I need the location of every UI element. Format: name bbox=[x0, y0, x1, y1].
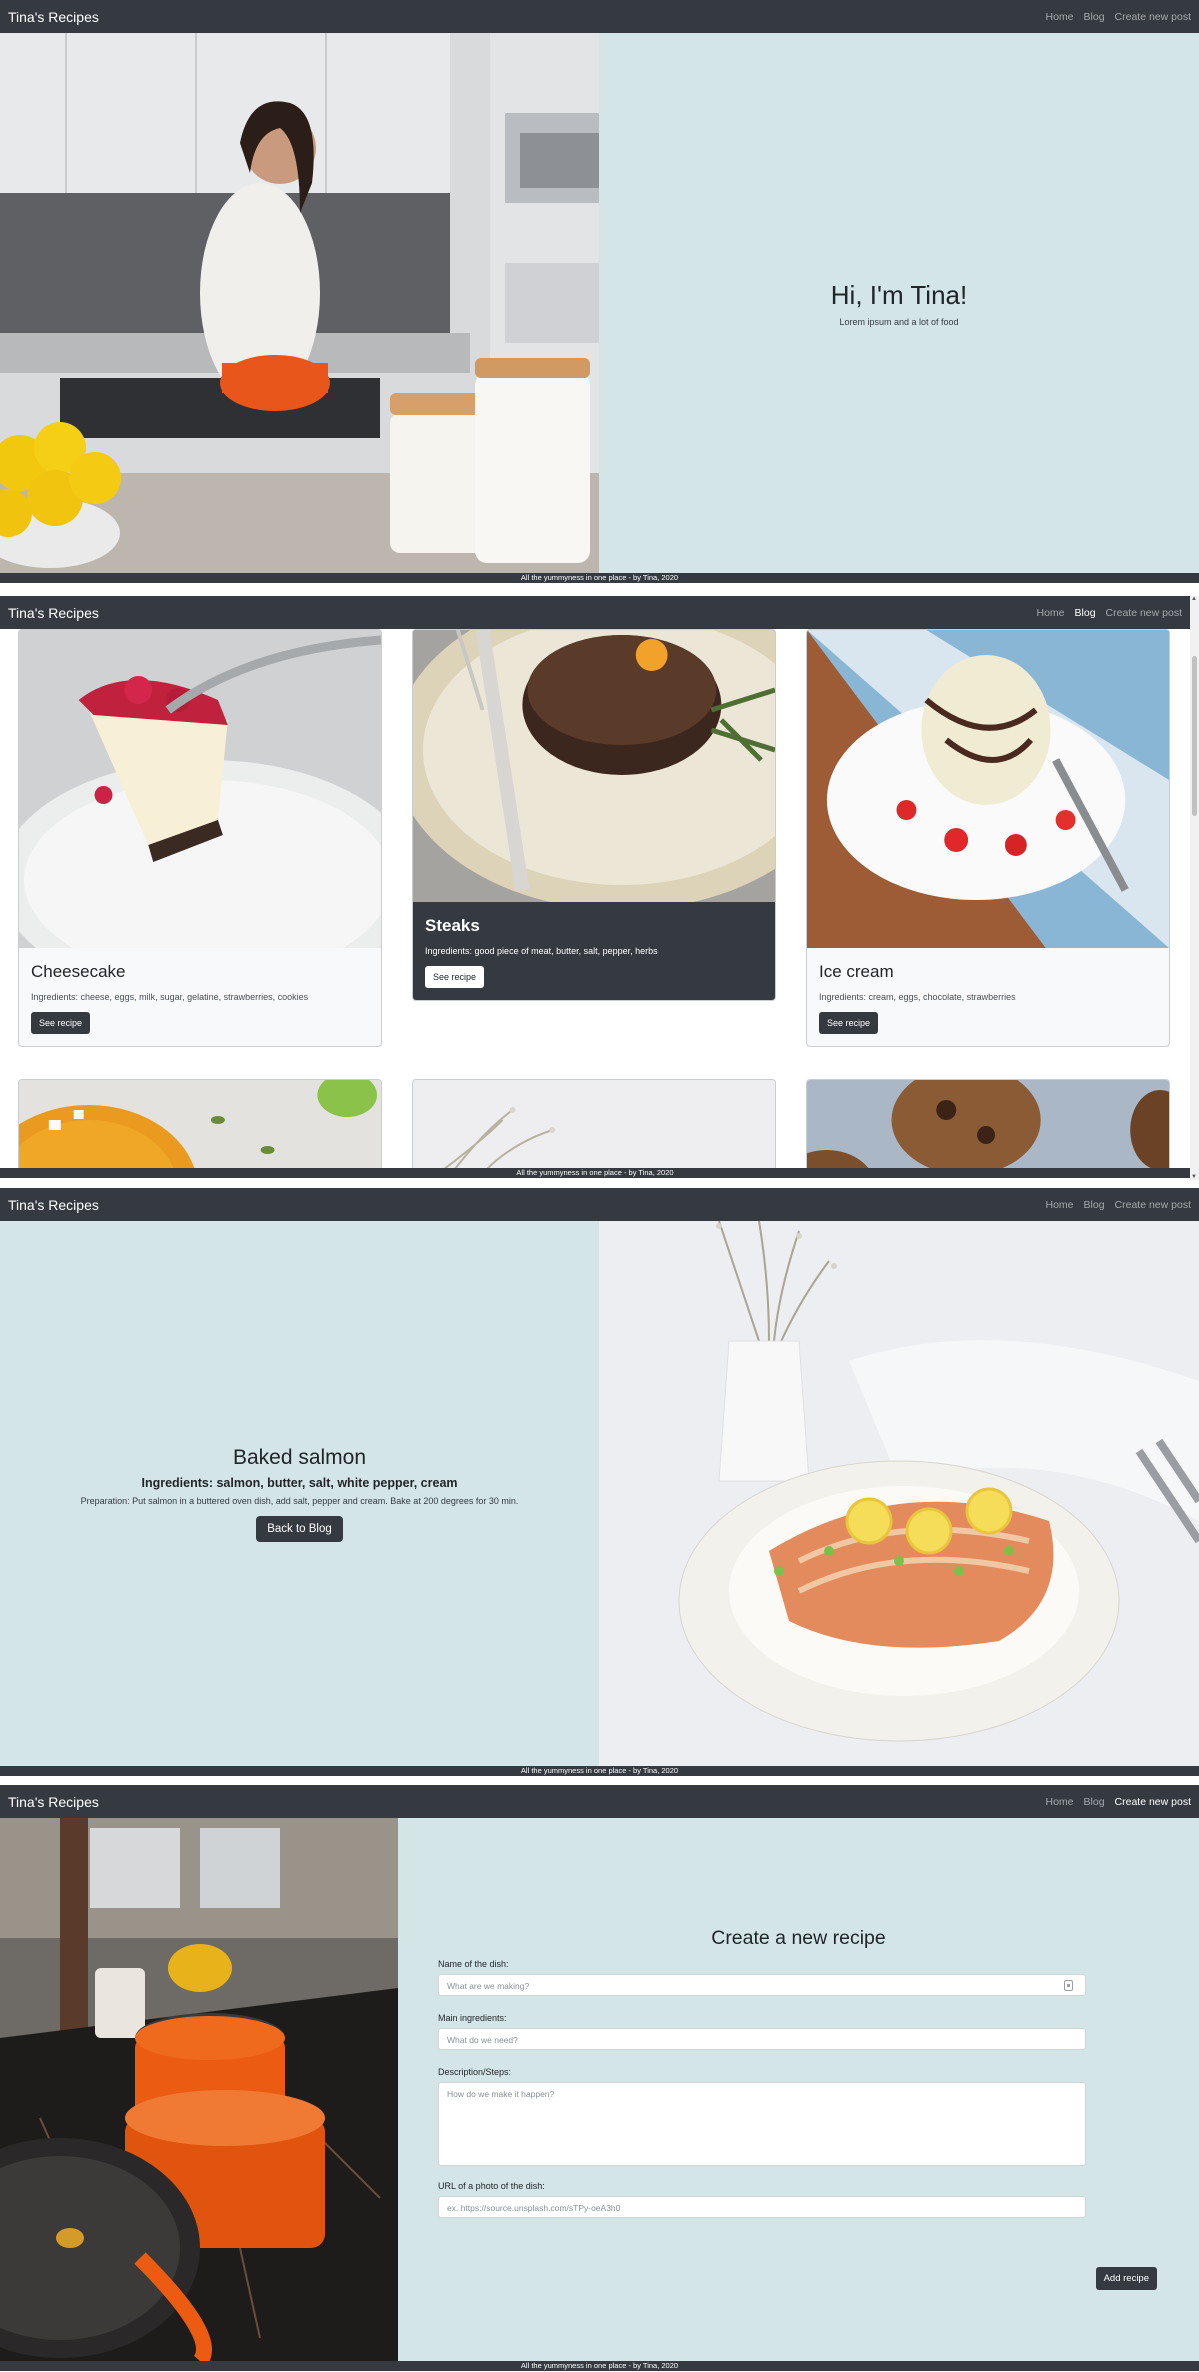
create-recipe-screen: Tina's Recipes Home Blog Create new post… bbox=[0, 1785, 1199, 2372]
recipe-card: Steaks Ingredients: good piece of meat, … bbox=[412, 629, 776, 1001]
nav-blog[interactable]: Blog bbox=[1084, 1796, 1105, 1808]
add-recipe-button[interactable]: Add recipe bbox=[1095, 2267, 1157, 2290]
nav-blog[interactable]: Blog bbox=[1084, 11, 1105, 23]
see-recipe-button[interactable]: See recipe bbox=[31, 1012, 91, 1034]
nav-links: Home Blog Create new post bbox=[1046, 1199, 1192, 1211]
cookies-photo bbox=[807, 1080, 1169, 1169]
brand-link[interactable]: Tina's Recipes bbox=[8, 1794, 99, 1810]
scrollbar[interactable]: ▲ ▼ bbox=[1190, 596, 1199, 1180]
nav-blog[interactable]: Blog bbox=[1084, 1199, 1105, 1211]
recipe-detail-screen: Tina's Recipes Home Blog Create new post… bbox=[0, 1188, 1199, 1777]
brand-link[interactable]: Tina's Recipes bbox=[8, 605, 99, 621]
card-ingredients: Ingredients: cheese, eggs, milk, sugar, … bbox=[31, 992, 309, 1002]
cheesecake-photo bbox=[19, 630, 381, 948]
photo-url-input[interactable]: ex. https://source.unsplash.com/sTPy-oeA… bbox=[438, 2196, 1086, 2218]
description-label: Description/Steps: bbox=[438, 2067, 512, 2077]
navbar: Tina's Recipes Home Blog Create new post bbox=[0, 0, 1199, 33]
ingredients-placeholder: What do we need? bbox=[447, 2035, 518, 2045]
navbar: Tina's Recipes Home Blog Create new post bbox=[0, 1188, 1199, 1221]
recipe-card bbox=[18, 1079, 382, 1169]
footer: All the yummyness in one place - by Tina… bbox=[0, 1766, 1199, 1776]
recipe-card: Cheesecake Ingredients: cheese, eggs, mi… bbox=[18, 629, 382, 1047]
card-ingredients: Ingredients: good piece of meat, butter,… bbox=[425, 946, 658, 956]
brand-link[interactable]: Tina's Recipes bbox=[8, 1197, 99, 1213]
navbar: Tina's Recipes Home Blog Create new post bbox=[0, 596, 1190, 629]
recipe-ingredients: Ingredients: salmon, butter, salt, white… bbox=[141, 1475, 458, 1490]
back-to-blog-button[interactable]: Back to Blog bbox=[256, 1515, 343, 1542]
cookware-photo bbox=[0, 1818, 398, 2361]
recipe-grid: Cheesecake Ingredients: cheese, eggs, mi… bbox=[18, 629, 1171, 1169]
nav-create[interactable]: Create new post bbox=[1115, 1796, 1191, 1808]
card-body: Cheesecake Ingredients: cheese, eggs, mi… bbox=[19, 948, 381, 1046]
card-body: Ice cream Ingredients: cream, eggs, choc… bbox=[807, 948, 1169, 1046]
ice-cream-photo bbox=[807, 630, 1169, 948]
nav-home[interactable]: Home bbox=[1037, 607, 1065, 619]
footer: All the yummyness in one place - by Tina… bbox=[0, 2361, 1199, 2371]
recipe-title: Baked salmon bbox=[232, 1445, 367, 1469]
see-recipe-button[interactable]: See recipe bbox=[819, 1012, 879, 1034]
recipe-card: Ice cream Ingredients: cream, eggs, choc… bbox=[806, 629, 1170, 1047]
nav-blog[interactable]: Blog bbox=[1075, 607, 1096, 619]
salmon-photo bbox=[413, 1080, 775, 1169]
footer: All the yummyness in one place - by Tina… bbox=[0, 573, 1199, 583]
recipe-info-panel: Baked salmon Ingredients: salmon, butter… bbox=[0, 1221, 599, 1766]
steak-photo bbox=[413, 630, 775, 902]
description-placeholder: How do we make it happen? bbox=[447, 2089, 555, 2099]
card-ingredients: Ingredients: cream, eggs, chocolate, str… bbox=[819, 992, 1016, 1002]
nav-home[interactable]: Home bbox=[1046, 1796, 1074, 1808]
hero-title: Hi, I'm Tina! bbox=[830, 279, 968, 310]
photo-url-label: URL of a photo of the dish: bbox=[438, 2181, 545, 2191]
hero-panel: Hi, I'm Tina! Lorem ipsum and a lot of f… bbox=[599, 33, 1199, 573]
nav-create[interactable]: Create new post bbox=[1106, 607, 1182, 619]
recipe-card bbox=[412, 1079, 776, 1169]
autofill-icon[interactable] bbox=[1064, 1980, 1073, 1991]
recipe-card bbox=[806, 1079, 1170, 1169]
nav-create[interactable]: Create new post bbox=[1115, 1199, 1191, 1211]
footer: All the yummyness in one place - by Tina… bbox=[0, 1168, 1190, 1178]
ingredients-label: Main ingredients: bbox=[438, 2013, 507, 2023]
blog-screen: Tina's Recipes Home Blog Create new post bbox=[0, 596, 1199, 1180]
nav-links: Home Blog Create new post bbox=[1037, 607, 1183, 619]
soup-photo bbox=[19, 1080, 381, 1169]
nav-links: Home Blog Create new post bbox=[1046, 11, 1192, 23]
card-title: Ice cream bbox=[819, 962, 894, 981]
dish-name-input[interactable]: What are we making? bbox=[438, 1974, 1086, 1996]
scrollbar-thumb[interactable] bbox=[1192, 656, 1197, 816]
home-screen: Tina's Recipes Home Blog Create new post bbox=[0, 0, 1199, 584]
nav-create[interactable]: Create new post bbox=[1115, 11, 1191, 23]
card-body: Steaks Ingredients: good piece of meat, … bbox=[413, 902, 775, 1000]
navbar: Tina's Recipes Home Blog Create new post bbox=[0, 1785, 1199, 1818]
hero-subtitle: Lorem ipsum and a lot of food bbox=[839, 316, 959, 327]
recipe-preparation: Preparation: Put salmon in a buttered ov… bbox=[80, 1495, 519, 1506]
see-recipe-button[interactable]: See recipe bbox=[425, 966, 485, 988]
description-textarea[interactable]: How do we make it happen? bbox=[438, 2082, 1086, 2166]
photo-url-placeholder: ex. https://source.unsplash.com/sTPy-oeA… bbox=[447, 2203, 621, 2213]
dish-name-placeholder: What are we making? bbox=[447, 1981, 530, 1991]
nav-home[interactable]: Home bbox=[1046, 11, 1074, 23]
ingredients-input[interactable]: What do we need? bbox=[438, 2028, 1086, 2050]
card-title: Steaks bbox=[425, 916, 480, 935]
brand-link[interactable]: Tina's Recipes bbox=[8, 9, 99, 25]
card-title: Cheesecake bbox=[31, 962, 126, 981]
create-form-panel: Create a new recipe Name of the dish: Wh… bbox=[398, 1818, 1199, 2361]
name-label: Name of the dish: bbox=[438, 1959, 509, 1969]
nav-home[interactable]: Home bbox=[1046, 1199, 1074, 1211]
hero-kitchen-photo bbox=[0, 33, 599, 573]
create-title: Create a new recipe bbox=[711, 1927, 886, 1949]
nav-links: Home Blog Create new post bbox=[1046, 1796, 1192, 1808]
baked-salmon-photo bbox=[599, 1221, 1199, 1766]
